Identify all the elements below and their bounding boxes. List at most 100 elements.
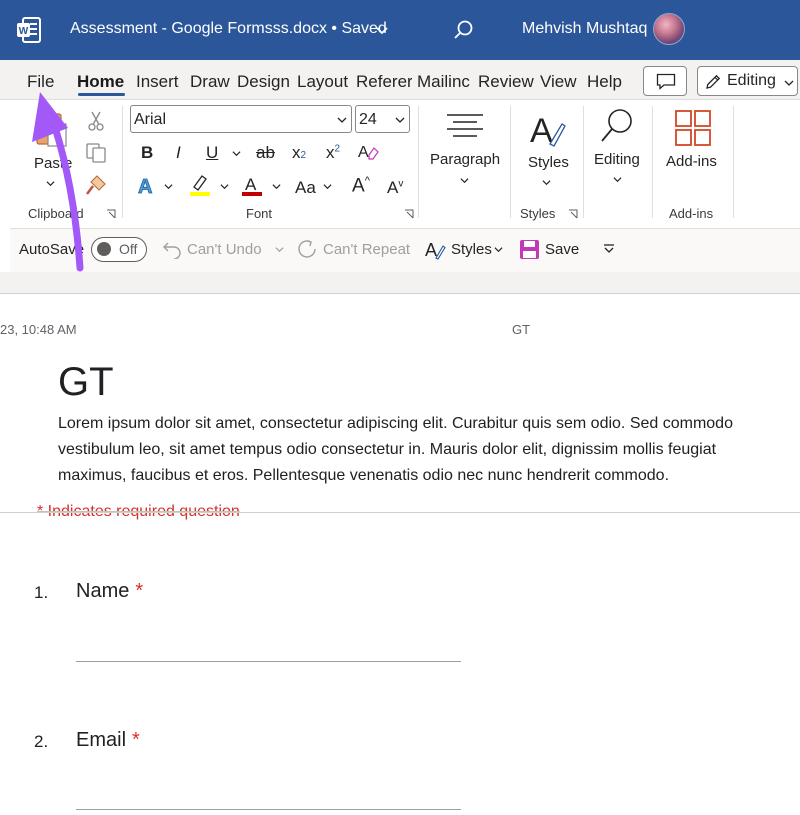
chevron-down-icon[interactable]: [374, 22, 390, 38]
highlight-icon[interactable]: [188, 173, 212, 197]
font-size-value: 24: [359, 111, 377, 128]
tab-layout[interactable]: Layout: [297, 72, 348, 92]
tab-view[interactable]: View: [540, 72, 577, 92]
question-label-email[interactable]: Email *: [76, 729, 140, 752]
autosave-state: Off: [119, 241, 138, 257]
chevron-down-icon[interactable]: [460, 176, 469, 185]
tab-insert[interactable]: Insert: [136, 72, 179, 92]
save-label[interactable]: Save: [545, 241, 579, 258]
change-case-button[interactable]: Aa: [295, 178, 316, 198]
editing-mode-button[interactable]: Editing: [697, 66, 798, 96]
comments-button[interactable]: [643, 66, 687, 96]
title-bar: W Assessment - Google Formsss.docx • Sav…: [0, 0, 800, 60]
tab-mailings[interactable]: Mailinc: [417, 72, 471, 92]
form-title[interactable]: GT: [58, 360, 114, 405]
underline-button[interactable]: U: [206, 143, 218, 163]
subscript-button[interactable]: x2: [292, 143, 306, 163]
font-color-icon[interactable]: A: [240, 173, 264, 197]
font-name-select[interactable]: Arial: [130, 105, 352, 133]
question-text: Email: [76, 729, 127, 751]
user-name[interactable]: Mehvish Mushtaq: [522, 20, 647, 38]
tab-draw[interactable]: Draw: [190, 72, 230, 92]
chevron-down-icon[interactable]: [164, 182, 173, 191]
group-divider: [418, 106, 419, 218]
editing-label[interactable]: Editing: [594, 151, 640, 168]
bold-button[interactable]: B: [141, 143, 153, 163]
group-divider: [122, 106, 123, 218]
tab-review[interactable]: Review: [478, 72, 534, 92]
answer-line[interactable]: [76, 809, 461, 810]
font-name-value: Arial: [134, 111, 167, 128]
redo-icon[interactable]: [296, 238, 318, 260]
svg-text:A: A: [245, 175, 257, 194]
undo-label[interactable]: Can't Undo: [187, 241, 262, 258]
tab-references[interactable]: Referer: [356, 72, 412, 92]
repeat-label[interactable]: Can't Repeat: [323, 241, 410, 258]
group-divider: [652, 106, 653, 218]
chevron-down-icon[interactable]: [275, 245, 284, 254]
styles-icon[interactable]: A: [424, 238, 446, 260]
print-header-title: GT: [512, 322, 531, 337]
italic-button[interactable]: I: [176, 143, 181, 163]
chevron-down-icon: [784, 80, 794, 86]
search-icon[interactable]: [452, 19, 474, 41]
dialog-launcher-icon[interactable]: [106, 209, 116, 219]
avatar[interactable]: [653, 13, 685, 45]
tab-home[interactable]: Home: [77, 72, 124, 92]
superscript-button[interactable]: x2: [326, 143, 340, 163]
chevron-down-icon[interactable]: [613, 175, 622, 184]
tab-design[interactable]: Design: [237, 72, 290, 92]
autosave-toggle[interactable]: Off: [91, 237, 147, 262]
add-ins-icon[interactable]: [674, 109, 712, 147]
font-size-select[interactable]: 24: [355, 105, 410, 133]
grow-font-button[interactable]: A^: [352, 175, 370, 197]
required-asterisk: *: [135, 580, 144, 602]
paragraph-icon[interactable]: [445, 112, 485, 142]
chevron-down-icon[interactable]: [272, 182, 281, 191]
save-icon[interactable]: [519, 239, 540, 260]
add-ins-label[interactable]: Add-ins: [666, 153, 717, 170]
chevron-down-icon[interactable]: [220, 182, 229, 191]
strikethrough-button[interactable]: ab: [256, 143, 275, 163]
undo-icon[interactable]: [162, 239, 182, 259]
clear-formatting-icon[interactable]: A: [357, 142, 379, 162]
autosave-label: AutoSave: [19, 241, 85, 258]
question-number: 1.: [34, 583, 49, 602]
document-title[interactable]: Assessment - Google Formsss.docx • Saved: [70, 20, 387, 38]
format-painter-icon[interactable]: [85, 174, 107, 196]
styles-quick-label[interactable]: Styles: [451, 241, 492, 258]
answer-line[interactable]: [76, 661, 461, 662]
chevron-down-icon[interactable]: [494, 245, 503, 254]
grow-font-label: A: [352, 175, 365, 197]
find-icon[interactable]: [598, 106, 638, 146]
group-divider: [733, 106, 734, 218]
paste-label[interactable]: Paste: [34, 155, 72, 172]
chevron-down-icon[interactable]: [542, 178, 551, 187]
chevron-down-icon[interactable]: [46, 179, 55, 188]
shrink-font-button[interactable]: Av: [387, 178, 403, 198]
paragraph-label[interactable]: Paragraph: [430, 151, 500, 168]
copy-icon[interactable]: [85, 142, 107, 164]
chevron-down-icon: [395, 117, 405, 123]
styles-icon[interactable]: A: [528, 110, 568, 150]
chevron-down-icon[interactable]: [323, 182, 332, 191]
customize-qat-icon[interactable]: [603, 243, 615, 255]
dialog-launcher-icon[interactable]: [568, 209, 578, 219]
question-label-name[interactable]: Name *: [76, 580, 143, 603]
text-effects-icon[interactable]: A: [136, 174, 160, 196]
cut-icon[interactable]: [86, 110, 106, 132]
chevron-down-icon[interactable]: [232, 149, 241, 158]
comment-icon: [656, 73, 676, 90]
tab-help[interactable]: Help: [587, 72, 622, 92]
subscript-label: x: [292, 143, 301, 162]
styles-label[interactable]: Styles: [528, 154, 569, 171]
form-description[interactable]: Lorem ipsum dolor sit amet, consectetur …: [58, 411, 788, 489]
word-logo-icon[interactable]: W: [17, 17, 41, 43]
font-group-label: Font: [246, 206, 273, 221]
tab-file[interactable]: File: [27, 72, 57, 92]
dialog-launcher-icon[interactable]: [404, 209, 414, 219]
paste-icon[interactable]: [34, 108, 70, 148]
question-text: Name: [76, 580, 130, 602]
group-divider: [510, 106, 511, 218]
chevron-down-icon: [337, 117, 347, 123]
